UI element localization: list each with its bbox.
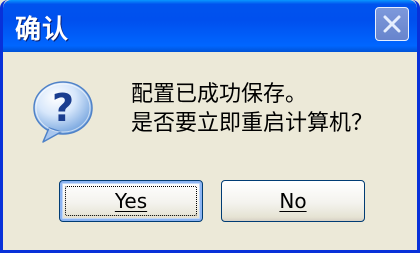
yes-button[interactable]: Yes [59, 180, 203, 222]
message-line-2: 是否要立即重启计算机？ [131, 111, 374, 136]
question-icon: ? [33, 81, 93, 143]
no-button-label: No [279, 189, 307, 213]
dialog-body: ? 配置已成功保存。 是否要立即重启计算机？ Yes No [3, 52, 417, 250]
svg-text:?: ? [52, 86, 74, 130]
no-button[interactable]: No [221, 180, 365, 222]
title-bar[interactable]: 确认 [3, 0, 417, 52]
message-line-1: 配置已成功保存。 [131, 82, 308, 107]
close-button[interactable] [375, 7, 409, 41]
message-text: 配置已成功保存。 是否要立即重启计算机？ [131, 80, 373, 138]
dialog-title: 确认 [15, 15, 70, 45]
yes-button-label: Yes [114, 189, 148, 213]
confirm-dialog: 确认 ? 配置已成功保存。 是否要立即重启计算机？ Yes No [0, 0, 420, 253]
close-icon [383, 15, 401, 33]
